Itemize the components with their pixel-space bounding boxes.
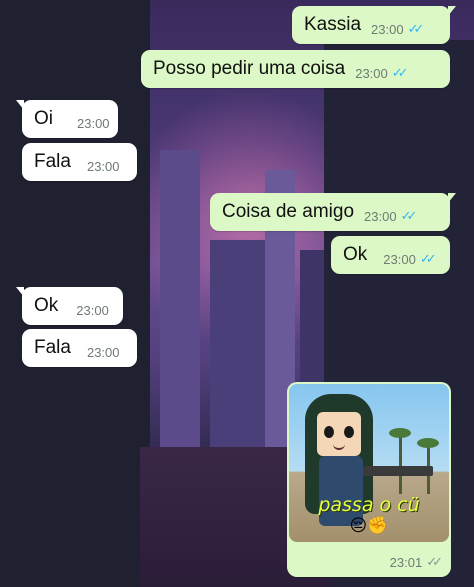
message-text: Ok: [343, 244, 368, 265]
read-ticks-icon: ✓✓: [391, 65, 409, 80]
meme-image[interactable]: passa o cü 😔✊: [289, 384, 449, 542]
message-bubble-incoming[interactable]: Ok 23:00: [16, 287, 123, 325]
message-time: 23:00: [355, 65, 388, 81]
message-text: Fala: [34, 337, 71, 358]
message-time: 23:00: [383, 251, 416, 267]
meme-caption: passa o cü: [318, 494, 420, 516]
message-time: 23:01: [389, 554, 423, 570]
bubble-tail: [448, 193, 456, 203]
message-bubble-outgoing[interactable]: Coisa de amigo 23:00 ✓✓: [210, 193, 456, 231]
bubble-tail: [16, 287, 24, 297]
wallpaper-building: [160, 150, 200, 450]
character-eye: [324, 426, 334, 438]
read-ticks-icon: ✓✓: [400, 208, 418, 223]
message-text: Posso pedir uma coisa: [153, 58, 346, 79]
read-ticks-icon: ✓✓: [407, 21, 425, 36]
character-eye: [344, 426, 354, 438]
message-text: Kassia: [304, 14, 362, 35]
gun-shape: [363, 466, 433, 476]
message-time: 23:00: [77, 115, 110, 131]
message-text: Fala: [34, 151, 71, 172]
bubble-tail: [448, 6, 456, 16]
message-bubble-outgoing[interactable]: Posso pedir uma coisa 23:00 ✓✓: [141, 50, 450, 88]
message-time: 23:00: [86, 344, 120, 360]
image-message-outgoing[interactable]: passa o cü 😔✊ 23:01 ✓✓: [287, 382, 451, 577]
message-text: Ok: [34, 295, 59, 316]
bubble-tail: [16, 100, 24, 110]
message-time: 23:00: [86, 158, 120, 174]
message-time: 23:00: [364, 208, 397, 224]
palm-tree: [399, 434, 402, 494]
message-bubble-incoming[interactable]: Oi 23:00: [16, 100, 118, 138]
palm-frond: [417, 438, 439, 448]
read-ticks-icon: ✓✓: [419, 251, 437, 266]
character-face: [317, 412, 361, 456]
palm-frond: [389, 428, 411, 438]
message-bubble-incoming[interactable]: Fala 23:00: [22, 329, 137, 367]
message-bubble-incoming[interactable]: Fala 23:00: [22, 143, 137, 181]
message-time: 23:00: [76, 302, 109, 318]
message-bubble-outgoing[interactable]: Kassia 23:00 ✓✓: [292, 6, 456, 44]
delivered-ticks-icon: ✓✓: [426, 554, 443, 569]
image-message-meta: 23:01 ✓✓: [390, 554, 443, 570]
character-mouth: [333, 442, 345, 450]
message-bubble-outgoing[interactable]: Ok 23:00 ✓✓: [331, 236, 450, 274]
meme-emojis: 😔✊: [349, 516, 389, 535]
message-text: Oi: [34, 108, 53, 129]
message-text: Coisa de amigo: [222, 201, 355, 222]
message-time: 23:00: [371, 21, 404, 37]
